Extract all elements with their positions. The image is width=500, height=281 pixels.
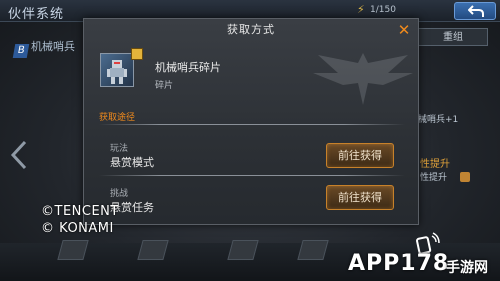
regroup-button[interactable]: 重组	[418, 28, 488, 46]
watermark-cn: 手游网	[446, 260, 488, 276]
bottom-slot[interactable]	[57, 240, 89, 260]
energy-icon: ⚡	[357, 3, 365, 16]
side-label-upgrade: 性提升	[420, 159, 450, 170]
back-button[interactable]	[454, 2, 496, 20]
top-counter: 1/150	[370, 5, 396, 15]
item-name: 机械哨兵碎片	[155, 61, 221, 74]
companion-tab[interactable]: B 机械哨兵	[12, 38, 80, 58]
acquire-method-dialog: 获取方式 ✕ 机械哨兵碎片 碎片 获取途径 玩法 悬赏模式 前往获得 挑战 悬赏…	[83, 18, 419, 225]
watermark-text: APP178	[348, 251, 450, 276]
item-icon	[100, 48, 143, 87]
bottom-slot[interactable]	[227, 240, 259, 260]
way-category: 挑战	[110, 189, 129, 199]
fragment-badge-icon	[131, 48, 143, 60]
go-obtain-button[interactable]: 前往获得	[326, 143, 394, 168]
divider	[99, 124, 405, 125]
way-category: 玩法	[110, 144, 129, 154]
watermark: APP178 手游网	[340, 232, 498, 280]
bottom-slot[interactable]	[297, 240, 329, 260]
item-type: 碎片	[155, 81, 174, 91]
side-label-upgrade-2: 性提升	[420, 173, 448, 183]
copyright-tencent: ©TENCENT	[41, 204, 119, 219]
close-icon[interactable]: ✕	[396, 22, 412, 38]
way-name: 悬赏模式	[110, 156, 154, 169]
system-title: 伙伴系统	[8, 7, 65, 22]
b-badge-icon: B	[12, 44, 30, 58]
eagle-emblem-icon	[313, 53, 413, 105]
go-obtain-button[interactable]: 前往获得	[326, 185, 394, 210]
left-arrow-icon[interactable]	[10, 140, 28, 170]
side-label-level: 械哨兵+1	[418, 115, 459, 125]
bottom-slot[interactable]	[137, 240, 169, 260]
upgrade-icon[interactable]	[460, 172, 470, 182]
source-heading: 获取途径	[99, 113, 136, 123]
companion-tab-label: 机械哨兵	[31, 40, 75, 53]
divider	[99, 175, 405, 176]
robot-icon	[107, 60, 127, 84]
dialog-title: 获取方式	[227, 23, 275, 36]
back-arrow-icon	[468, 5, 484, 17]
copyright-konami: © KONAMI	[41, 221, 114, 236]
